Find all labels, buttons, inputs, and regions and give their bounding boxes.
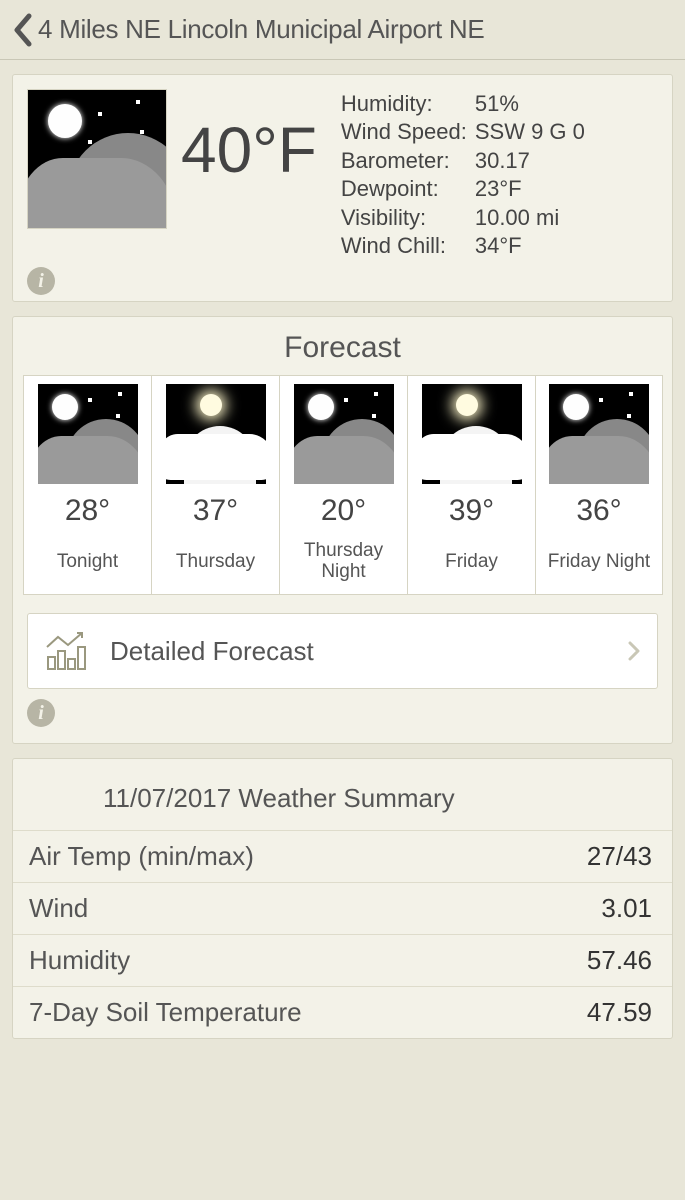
summary-row-label: Air Temp (min/max) (29, 841, 254, 872)
summary-row-label: Wind (29, 893, 88, 924)
forecast-temp: 28° (28, 494, 147, 528)
back-button[interactable] (8, 10, 38, 50)
forecast-day[interactable]: 28° Tonight (23, 375, 151, 595)
summary-row: Air Temp (min/max) 27/43 (13, 830, 672, 882)
visibility-label: Visibility: (341, 205, 473, 231)
dewpoint-label: Dewpoint: (341, 176, 473, 202)
dewpoint-value: 23°F (475, 176, 585, 202)
info-icon[interactable]: i (27, 699, 55, 727)
forecast-label: Friday (412, 540, 531, 584)
forecast-day[interactable]: 39° Friday (407, 375, 535, 595)
forecast-label: Thursday Night (284, 540, 403, 584)
summary-row-value: 3.01 (601, 893, 652, 924)
barometer-label: Barometer: (341, 148, 473, 174)
forecast-title: Forecast (13, 331, 672, 365)
forecast-label: Friday Night (540, 540, 658, 584)
summary-row-value: 57.46 (587, 945, 652, 976)
sunny-clouds-icon (166, 384, 266, 484)
summary-row: 7-Day Soil Temperature 47.59 (13, 986, 672, 1038)
chart-icon (44, 631, 92, 671)
detailed-forecast-button[interactable]: Detailed Forecast (27, 613, 658, 689)
night-clouds-icon (38, 384, 138, 484)
humidity-label: Humidity: (341, 91, 473, 117)
windspeed-label: Wind Speed: (341, 119, 473, 145)
summary-row: Humidity 57.46 (13, 934, 672, 986)
windspeed-value: SSW 9 G 0 (475, 119, 585, 145)
page-title: 4 Miles NE Lincoln Municipal Airport NE (38, 14, 484, 45)
summary-row-label: 7-Day Soil Temperature (29, 997, 302, 1028)
summary-row-label: Humidity (29, 945, 130, 976)
summary-title: 11/07/2017 Weather Summary (13, 761, 672, 830)
forecast-day[interactable]: 37° Thursday (151, 375, 279, 595)
forecast-temp: 20° (284, 494, 403, 528)
visibility-value: 10.00 mi (475, 205, 585, 231)
summary-row: Wind 3.01 (13, 882, 672, 934)
barometer-value: 30.17 (475, 148, 585, 174)
sunny-clouds-icon (422, 384, 522, 484)
forecast-strip[interactable]: 28°Tonight37°Thursday20°Thursday Night39… (13, 375, 672, 595)
info-icon[interactable]: i (27, 267, 55, 295)
current-temperature: 40°F (181, 89, 325, 261)
night-clouds-icon (294, 384, 394, 484)
forecast-temp: 36° (540, 494, 658, 528)
header-bar: 4 Miles NE Lincoln Municipal Airport NE (0, 0, 685, 60)
windchill-label: Wind Chill: (341, 233, 473, 259)
humidity-value: 51% (475, 91, 585, 117)
forecast-temp: 39° (412, 494, 531, 528)
current-condition-icon (27, 89, 167, 229)
forecast-temp: 37° (156, 494, 275, 528)
summary-row-value: 27/43 (587, 841, 652, 872)
forecast-panel: Forecast 28° Tonight 37° Thursday 20° Thursda… (12, 316, 673, 744)
night-clouds-icon (549, 384, 649, 484)
detailed-forecast-label: Detailed Forecast (110, 636, 314, 667)
forecast-label: Thursday (156, 540, 275, 584)
current-conditions-panel: 40°F Humidity:51% Wind Speed:SSW 9 G 0 B… (12, 74, 673, 302)
conditions-table: Humidity:51% Wind Speed:SSW 9 G 0 Barome… (339, 89, 587, 261)
forecast-label: Tonight (28, 540, 147, 584)
chevron-left-icon (13, 13, 33, 47)
forecast-day[interactable]: 20° Thursday Night (279, 375, 407, 595)
summary-row-value: 47.59 (587, 997, 652, 1028)
weather-summary-panel: 11/07/2017 Weather Summary Air Temp (min… (12, 758, 673, 1039)
chevron-right-icon (627, 640, 641, 662)
forecast-day[interactable]: 36° Friday Night (535, 375, 663, 595)
windchill-value: 34°F (475, 233, 585, 259)
